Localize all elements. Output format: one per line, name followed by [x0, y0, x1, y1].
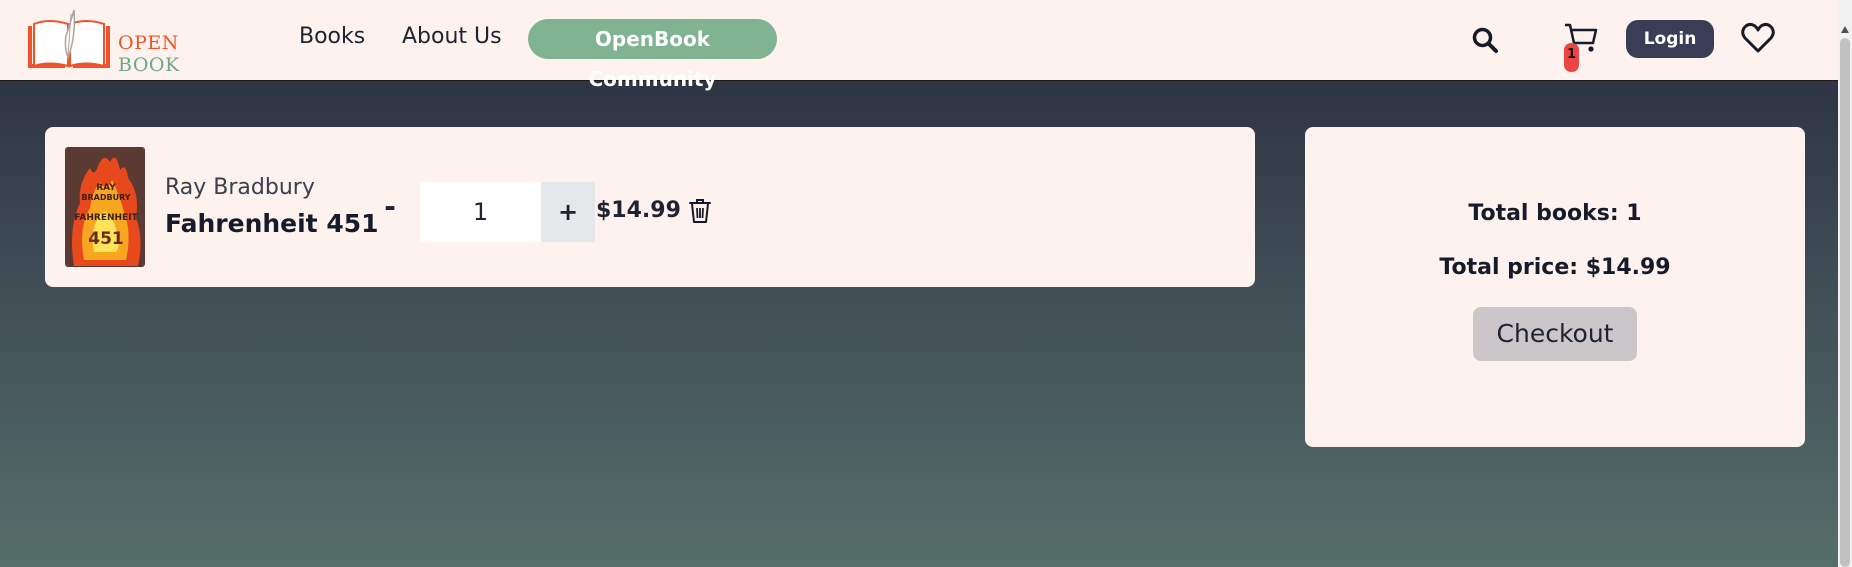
scrollbar-thumb[interactable] [1840, 38, 1850, 567]
decrease-quantity-button[interactable]: - [375, 187, 405, 227]
total-books: Total books: 1 [1468, 201, 1642, 226]
nav-about-link[interactable]: About Us [402, 24, 502, 49]
cover-text-fahrenheit: FAHRENHEIT [74, 213, 138, 223]
checkout-button[interactable]: Checkout [1473, 307, 1637, 361]
cover-text-bradbury: BRADBURY [81, 193, 130, 202]
nav-books-link[interactable]: Books [299, 24, 365, 49]
quantity-input[interactable] [420, 182, 541, 242]
order-summary-card: Total books: 1 Total price: $14.99 Check… [1305, 127, 1805, 447]
book-cover-image[interactable]: RAY BRADBURY FAHRENHEIT 451 [65, 147, 145, 267]
cover-text-451: 451 [88, 229, 124, 249]
search-icon[interactable] [1471, 26, 1499, 54]
item-price: $14.99 [596, 198, 681, 223]
cart-item-card: RAY BRADBURY FAHRENHEIT 451 Ray Bradbury… [45, 127, 1255, 287]
trash-icon[interactable] [688, 198, 712, 224]
scroll-up-arrow-icon[interactable] [1841, 26, 1849, 33]
top-navbar: OPEN BOOK Books About Us OpenBook Commun… [0, 0, 1838, 91]
total-price: Total price: $14.99 [1439, 255, 1671, 280]
heart-icon[interactable] [1741, 22, 1775, 54]
logo-word-book: BOOK [118, 54, 180, 76]
logo-word-open: OPEN [118, 32, 179, 54]
increase-quantity-button[interactable]: + [541, 182, 595, 242]
community-button[interactable]: OpenBook Community [528, 19, 777, 91]
open-book-logo-icon [28, 9, 110, 68]
logo-wordmark: OPEN BOOK [118, 32, 244, 76]
openbook-logo[interactable]: OPEN BOOK [24, 6, 244, 76]
login-button[interactable]: Login [1626, 20, 1714, 58]
page-scrollbar[interactable] [1838, 0, 1852, 567]
cart-count-badge: 1 [1564, 43, 1579, 72]
book-title[interactable]: Fahrenheit 451 [165, 209, 379, 238]
cover-text-ray: RAY [96, 183, 116, 193]
book-author: Ray Bradbury [165, 175, 315, 200]
book-cover-art: RAY BRADBURY FAHRENHEIT 451 [66, 148, 144, 266]
